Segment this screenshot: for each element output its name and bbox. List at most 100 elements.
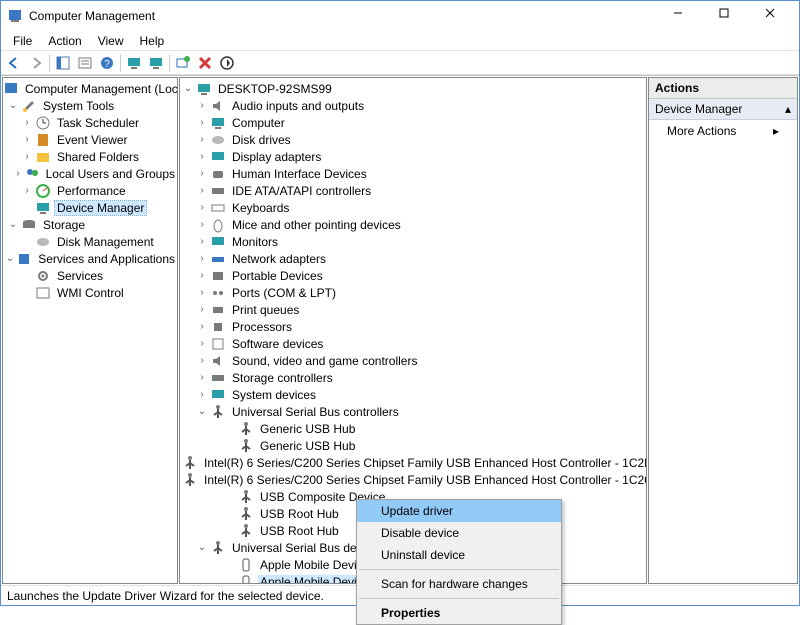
device-cat-system[interactable]: ›System devices [180,386,646,403]
device-cat-disk[interactable]: › Disk drives [180,131,646,148]
expand-icon[interactable]: › [196,117,208,129]
expand-icon[interactable]: › [196,321,208,333]
expand-icon[interactable]: › [21,134,33,146]
menu-help[interactable]: Help [132,34,173,48]
tree-node-storage[interactable]: ⌄Storage [3,216,177,233]
expand-icon[interactable]: › [196,134,208,146]
device-cat-audio[interactable]: ›Audio inputs and outputs [180,97,646,114]
expand-icon[interactable]: › [21,117,33,129]
expand-icon[interactable]: › [196,253,208,265]
device-icon [238,421,254,437]
ctx-uninstall-device[interactable]: Uninstall device [357,544,561,566]
maximize-button[interactable] [707,1,753,31]
device-cat-computer[interactable]: ›Computer [180,114,646,131]
tree-node-event-viewer[interactable]: ›Event Viewer [3,131,177,148]
device-cat-mice[interactable]: ›Mice and other pointing devices [180,216,646,233]
expand-icon[interactable]: ⌄ [7,100,19,112]
device-icon [182,472,198,488]
tree-node-disk-management[interactable]: Disk Management [3,233,177,250]
device-cat-printq[interactable]: ›Print queues [180,301,646,318]
expand-icon[interactable]: › [196,219,208,231]
expand-icon[interactable]: › [196,338,208,350]
computer-mgmt-icon [3,81,19,97]
device-cat-monitors[interactable]: ›Monitors [180,233,646,250]
expand-icon[interactable]: › [196,355,208,367]
collapse-icon[interactable]: ▴ [785,102,791,116]
device-cat-net[interactable]: ›Network adapters [180,250,646,267]
device-cat-portable[interactable]: ›Portable Devices [180,267,646,284]
device-usb-ctrl-3[interactable]: Intel(R) 6 Series/C200 Series Chipset Fa… [180,471,646,488]
view-resources-button[interactable] [145,52,167,74]
expand-icon[interactable]: › [196,287,208,299]
device-cat-storage[interactable]: ›Storage controllers [180,369,646,386]
device-usb-ctrl-1[interactable]: Generic USB Hub [180,437,646,454]
device-label: Intel(R) 6 Series/C200 Series Chipset Fa… [202,456,647,470]
device-cat-ide[interactable]: ›IDE ATA/ATAPI controllers [180,182,646,199]
tree-node-task-scheduler[interactable]: ›Task Scheduler [3,114,177,131]
tree-node-services[interactable]: Services [3,267,177,284]
expand-icon[interactable]: › [21,185,33,197]
device-icon [210,98,226,114]
device-cat-keyboards[interactable]: ›Keyboards [180,199,646,216]
device-cat-usb-controllers[interactable]: ⌄Universal Serial Bus controllers [180,403,646,420]
help-button[interactable]: ? [96,52,118,74]
ctx-update-driver[interactable]: Update driver [357,500,561,522]
device-usb-ctrl-2[interactable]: Intel(R) 6 Series/C200 Series Chipset Fa… [180,454,646,471]
expand-icon[interactable]: › [196,202,208,214]
expand-icon[interactable]: › [196,389,208,401]
tree-node-system-tools[interactable]: ⌄System Tools [3,97,177,114]
expand-icon[interactable]: ⌄ [7,219,19,231]
tree-node-device-manager[interactable]: Device Manager [3,199,177,216]
expand-icon[interactable]: ⌄ [182,83,194,95]
show-hide-tree-button[interactable] [52,52,74,74]
minimize-button[interactable] [661,1,707,31]
device-cat-hid[interactable]: ›Human Interface Devices [180,165,646,182]
view-devices-button[interactable] [123,52,145,74]
expand-icon[interactable]: › [196,270,208,282]
tree-node-shared-folders[interactable]: ›Shared Folders [3,148,177,165]
scan-hardware-button[interactable] [172,52,194,74]
properties-button[interactable] [74,52,96,74]
enable-button[interactable] [216,52,238,74]
ctx-scan-hardware[interactable]: Scan for hardware changes [357,573,561,595]
device-cat-software[interactable]: ›Software devices [180,335,646,352]
close-button[interactable] [753,1,799,31]
expand-icon[interactable]: › [196,185,208,197]
titlebar[interactable]: Computer Management [1,1,799,31]
expand-icon[interactable]: › [196,304,208,316]
expand-icon[interactable]: › [21,151,33,163]
device-root[interactable]: ⌄DESKTOP-92SMS99 [180,80,646,97]
scope-pane[interactable]: Computer Management (Local) ⌄System Tool… [2,77,178,584]
expand-icon[interactable]: › [196,236,208,248]
device-usb-ctrl-0[interactable]: Generic USB Hub [180,420,646,437]
ctx-properties[interactable]: Properties [357,602,561,624]
tree-node-wmi[interactable]: WMI Control [3,284,177,301]
tree-node-services-apps[interactable]: ⌄Services and Applications [3,250,177,267]
device-cat-ports[interactable]: ›Ports (COM & LPT) [180,284,646,301]
gear-icon [35,268,51,284]
tree-node-local-users[interactable]: ›Local Users and Groups [3,165,177,182]
forward-button[interactable] [25,52,47,74]
expand-icon[interactable]: › [196,151,208,163]
menu-file[interactable]: File [5,34,40,48]
tree-node-performance[interactable]: ›Performance [3,182,177,199]
uninstall-button[interactable] [194,52,216,74]
ctx-disable-device[interactable]: Disable device [357,522,561,544]
expand-icon[interactable]: ⌄ [6,253,14,265]
actions-more[interactable]: More Actions▸ [649,120,797,142]
tree-node-root[interactable]: Computer Management (Local) [3,80,177,97]
device-cat-sound[interactable]: ›Sound, video and game controllers [180,352,646,369]
actions-section[interactable]: Device Manager▴ [649,99,797,120]
expand-icon[interactable]: › [196,100,208,112]
device-label: Disk drives [230,133,293,147]
menu-action[interactable]: Action [40,34,89,48]
menu-view[interactable]: View [90,34,132,48]
expand-icon[interactable]: ⌄ [196,406,208,418]
expand-icon[interactable]: › [196,372,208,384]
expand-icon[interactable]: ⌄ [196,542,208,554]
back-button[interactable] [3,52,25,74]
device-cat-display[interactable]: ›Display adapters [180,148,646,165]
device-cat-proc[interactable]: ›Processors [180,318,646,335]
expand-icon[interactable]: › [196,168,208,180]
expand-icon[interactable]: › [14,168,21,180]
